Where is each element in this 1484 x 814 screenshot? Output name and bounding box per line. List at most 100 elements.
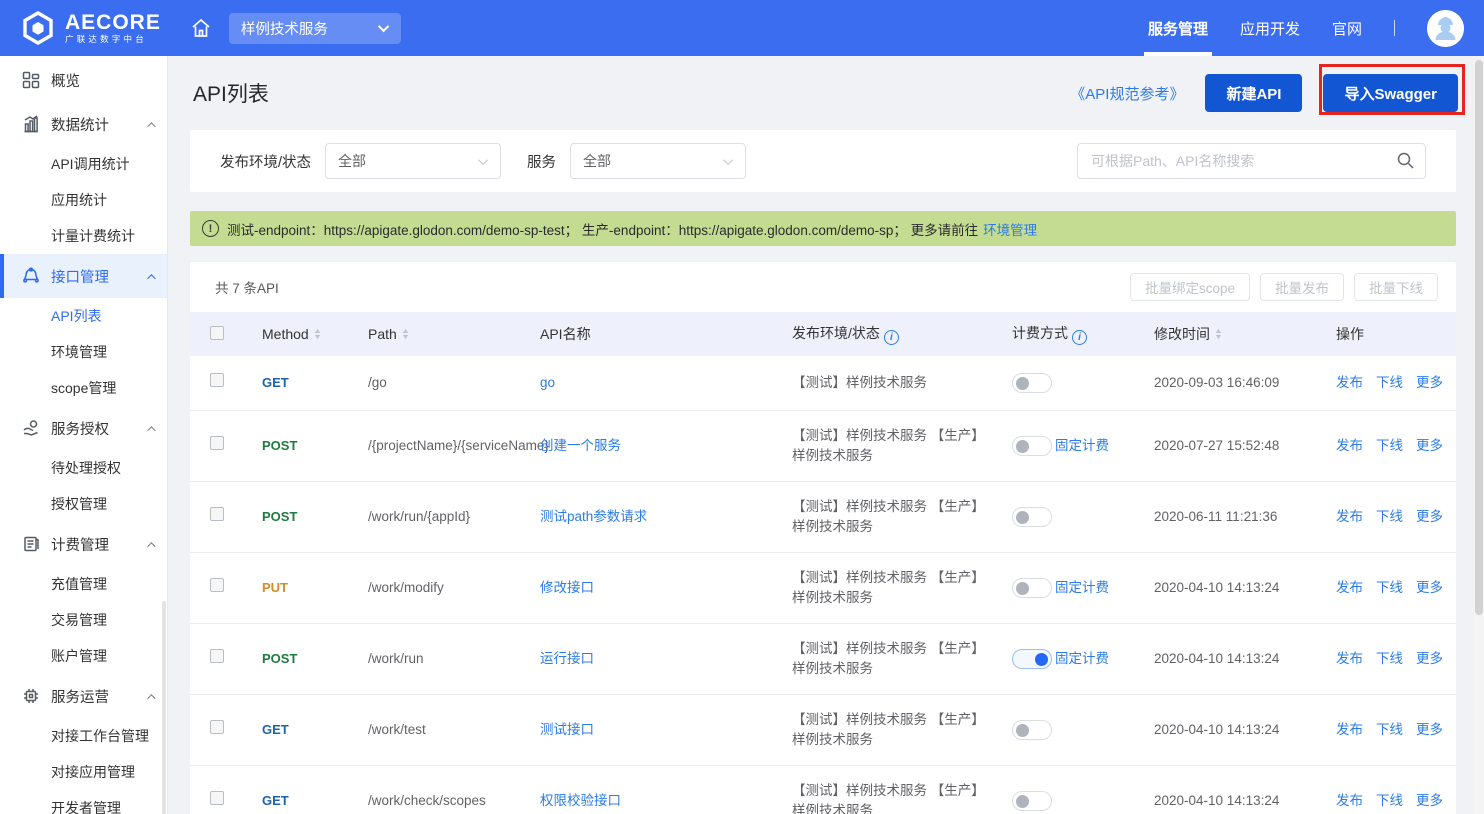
billing-toggle[interactable] bbox=[1012, 507, 1052, 527]
more-action[interactable]: 更多 bbox=[1416, 438, 1443, 453]
sort-icon[interactable]: ▲▼ bbox=[402, 329, 409, 341]
publish-action[interactable]: 发布 bbox=[1336, 438, 1363, 453]
offline-action[interactable]: 下线 bbox=[1376, 580, 1403, 595]
api-name-link[interactable]: 运行接口 bbox=[540, 651, 594, 666]
more-action[interactable]: 更多 bbox=[1416, 793, 1443, 808]
sidebar-item-app-stats[interactable]: 应用统计 bbox=[0, 182, 167, 218]
billing-toggle[interactable] bbox=[1012, 720, 1052, 740]
sidebar-item-metering-stats[interactable]: 计量计费统计 bbox=[0, 218, 167, 254]
api-name-link[interactable]: 测试接口 bbox=[540, 722, 594, 737]
search-input[interactable] bbox=[1077, 143, 1426, 179]
workspace-selector[interactable]: 样例技术服务 bbox=[229, 13, 401, 44]
row-checkbox[interactable] bbox=[210, 578, 224, 592]
batch-offline-button[interactable]: 批量下线 bbox=[1354, 273, 1438, 301]
sort-icon[interactable]: ▲▼ bbox=[314, 329, 321, 341]
col-modified-time[interactable]: 修改时间▲▼ bbox=[1140, 312, 1322, 356]
more-action[interactable]: 更多 bbox=[1416, 580, 1443, 595]
publish-action[interactable]: 发布 bbox=[1336, 722, 1363, 737]
billing-toggle[interactable] bbox=[1012, 791, 1052, 811]
nav-service-management[interactable]: 服务管理 bbox=[1148, 0, 1208, 56]
billing-toggle[interactable] bbox=[1012, 578, 1052, 598]
more-action[interactable]: 更多 bbox=[1416, 722, 1443, 737]
offline-action[interactable]: 下线 bbox=[1376, 651, 1403, 666]
bell-icon bbox=[21, 267, 40, 286]
sidebar-item-api-call-stats[interactable]: API调用统计 bbox=[0, 146, 167, 182]
nav-official-site[interactable]: 官网 bbox=[1332, 0, 1362, 56]
env-management-link[interactable]: 环境管理 bbox=[983, 219, 1037, 239]
offline-action[interactable]: 下线 bbox=[1376, 722, 1403, 737]
api-name-link[interactable]: 修改接口 bbox=[540, 580, 594, 595]
offline-action[interactable]: 下线 bbox=[1376, 375, 1403, 390]
sidebar-item-transaction-management[interactable]: 交易管理 bbox=[0, 602, 167, 638]
page-scrollbar[interactable] bbox=[1474, 56, 1484, 814]
modified-time: 2020-04-10 14:13:24 bbox=[1154, 722, 1279, 737]
col-method[interactable]: Method▲▼ bbox=[248, 312, 354, 356]
sidebar-item-service-operation[interactable]: 服务运营 bbox=[0, 674, 167, 718]
search-icon[interactable] bbox=[1396, 151, 1415, 175]
api-spec-reference-link[interactable]: 《API规范参考》 bbox=[1070, 83, 1184, 104]
service-filter-select[interactable]: 全部 bbox=[570, 143, 746, 179]
env-status-text: 【测试】样例技术服务 【生产】样例技术服务 bbox=[792, 783, 985, 814]
sidebar-item-api-management[interactable]: 接口管理 bbox=[0, 254, 167, 298]
home-icon[interactable] bbox=[189, 16, 213, 40]
nav-app-development[interactable]: 应用开发 bbox=[1240, 0, 1300, 56]
offline-action[interactable]: 下线 bbox=[1376, 509, 1403, 524]
sidebar-item-developer-management[interactable]: 开发者管理 bbox=[0, 790, 167, 814]
sidebar-item-data-statistics[interactable]: 数据统计 bbox=[0, 102, 167, 146]
sort-icon[interactable]: ▲▼ bbox=[1215, 329, 1222, 341]
sidebar-item-recharge-management[interactable]: 充值管理 bbox=[0, 566, 167, 602]
info-icon[interactable]: i bbox=[1072, 330, 1087, 345]
sidebar-item-api-list[interactable]: API列表 bbox=[0, 298, 167, 334]
sidebar-item-label: 概览 bbox=[51, 70, 80, 91]
publish-action[interactable]: 发布 bbox=[1336, 651, 1363, 666]
offline-action[interactable]: 下线 bbox=[1376, 438, 1403, 453]
api-name-link[interactable]: go bbox=[540, 375, 555, 390]
sidebar-scrollbar-thumb[interactable] bbox=[162, 601, 166, 814]
more-action[interactable]: 更多 bbox=[1416, 509, 1443, 524]
publish-action[interactable]: 发布 bbox=[1336, 375, 1363, 390]
api-name-link[interactable]: 创建一个服务 bbox=[540, 438, 621, 453]
sidebar-item-connected-app-management[interactable]: 对接应用管理 bbox=[0, 754, 167, 790]
sidebar-item-overview[interactable]: 概览 bbox=[0, 58, 167, 102]
chevron-up-icon[interactable] bbox=[147, 420, 153, 436]
publish-action[interactable]: 发布 bbox=[1336, 793, 1363, 808]
import-swagger-button[interactable]: 导入Swagger bbox=[1323, 74, 1458, 112]
billing-toggle[interactable] bbox=[1012, 373, 1052, 393]
sidebar-item-env-management[interactable]: 环境管理 bbox=[0, 334, 167, 370]
scrollbar-thumb[interactable] bbox=[1475, 60, 1483, 615]
sidebar-item-scope-management[interactable]: scope管理 bbox=[0, 370, 167, 406]
billing-toggle[interactable] bbox=[1012, 436, 1052, 456]
chevron-up-icon[interactable] bbox=[147, 116, 153, 132]
row-checkbox[interactable] bbox=[210, 373, 224, 387]
env-filter-select[interactable]: 全部 bbox=[325, 143, 501, 179]
sidebar-item-account-management[interactable]: 账户管理 bbox=[0, 638, 167, 674]
publish-action[interactable]: 发布 bbox=[1336, 580, 1363, 595]
chevron-up-icon[interactable] bbox=[147, 688, 153, 704]
sidebar-item-billing-management[interactable]: 计费管理 bbox=[0, 522, 167, 566]
more-action[interactable]: 更多 bbox=[1416, 375, 1443, 390]
info-icon[interactable]: i bbox=[884, 330, 899, 345]
more-action[interactable]: 更多 bbox=[1416, 651, 1443, 666]
user-avatar[interactable] bbox=[1427, 10, 1464, 47]
sidebar-item-workbench-management[interactable]: 对接工作台管理 bbox=[0, 718, 167, 754]
batch-publish-button[interactable]: 批量发布 bbox=[1260, 273, 1344, 301]
row-checkbox[interactable] bbox=[210, 436, 224, 450]
batch-bind-scope-button[interactable]: 批量绑定scope bbox=[1130, 273, 1250, 301]
col-path[interactable]: Path▲▼ bbox=[354, 312, 526, 356]
sidebar-item-service-authorization[interactable]: 服务授权 bbox=[0, 406, 167, 450]
billing-toggle[interactable] bbox=[1012, 649, 1052, 669]
chevron-up-icon[interactable] bbox=[147, 268, 153, 284]
new-api-button[interactable]: 新建API bbox=[1205, 74, 1302, 112]
row-checkbox[interactable] bbox=[210, 507, 224, 521]
chevron-up-icon[interactable] bbox=[147, 536, 153, 552]
api-name-link[interactable]: 测试path参数请求 bbox=[540, 509, 647, 524]
row-checkbox[interactable] bbox=[210, 720, 224, 734]
select-all-checkbox[interactable] bbox=[210, 326, 224, 340]
sidebar-item-authorization-management[interactable]: 授权管理 bbox=[0, 486, 167, 522]
sidebar-item-pending-authorization[interactable]: 待处理授权 bbox=[0, 450, 167, 486]
row-checkbox[interactable] bbox=[210, 791, 224, 805]
offline-action[interactable]: 下线 bbox=[1376, 793, 1403, 808]
api-name-link[interactable]: 权限校验接口 bbox=[540, 793, 621, 808]
publish-action[interactable]: 发布 bbox=[1336, 509, 1363, 524]
row-checkbox[interactable] bbox=[210, 649, 224, 663]
